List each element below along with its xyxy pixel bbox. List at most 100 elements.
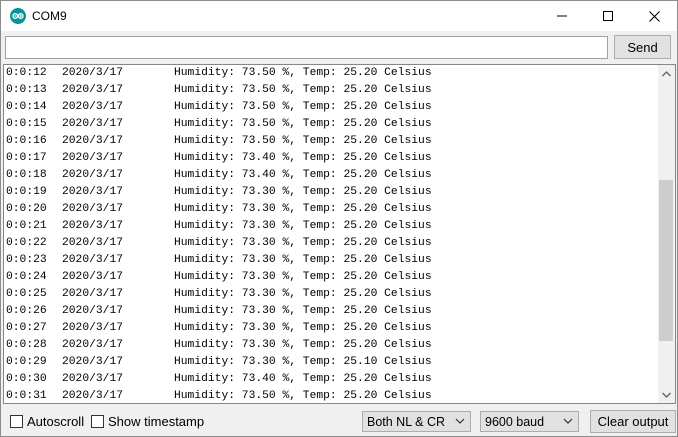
output-line-message: Humidity: 73.50 %, Temp: 25.20 Celsius bbox=[174, 67, 432, 79]
output-line-time: 0:0:12 bbox=[6, 67, 47, 79]
output-line-date: 2020/3/17 bbox=[62, 84, 124, 96]
output-line: 0:0:18 2020/3/17 Humidity: 73.40 %, Temp: … bbox=[6, 167, 658, 184]
output-line-message: Humidity: 73.40 %, Temp: 25.20 Celsius bbox=[174, 169, 432, 181]
serial-input[interactable] bbox=[5, 36, 608, 59]
output-line-date: 2020/3/17 bbox=[62, 339, 124, 351]
chevron-down-icon bbox=[563, 418, 573, 424]
output-line-time: 0:0:22 bbox=[6, 237, 47, 249]
line-ending-select[interactable]: Both NL & CR bbox=[362, 411, 471, 432]
close-button[interactable] bbox=[631, 1, 677, 31]
minimize-icon bbox=[557, 15, 567, 17]
output-line-message: Humidity: 73.50 %, Temp: 25.20 Celsius bbox=[174, 390, 432, 402]
output-line-date: 2020/3/17 bbox=[62, 101, 124, 113]
serial-output[interactable]: 0:0:12 2020/3/17 Humidity: 73.50 %, Temp: … bbox=[3, 64, 676, 404]
show-timestamp-label: Show timestamp bbox=[108, 414, 205, 429]
output-line-date: 2020/3/17 bbox=[62, 67, 124, 79]
output-line-time: 0:0:30 bbox=[6, 373, 47, 385]
output-line-time: 0:0:17 bbox=[6, 152, 47, 164]
line-ending-value: Both NL & CR bbox=[367, 414, 446, 429]
output-line: 0:0:16 2020/3/17 Humidity: 73.50 %, Temp: … bbox=[6, 133, 658, 150]
scroll-up-button[interactable] bbox=[658, 65, 675, 82]
baud-rate-value: 9600 baud bbox=[485, 414, 545, 429]
output-line-date: 2020/3/17 bbox=[62, 203, 124, 215]
output-line: 0:0:30 2020/3/17 Humidity: 73.40 %, Temp: … bbox=[6, 371, 658, 388]
autoscroll-checkbox-box[interactable] bbox=[10, 415, 23, 428]
output-line-date: 2020/3/17 bbox=[62, 305, 124, 317]
output-line-date: 2020/3/17 bbox=[62, 322, 124, 334]
output-line-date: 2020/3/17 bbox=[62, 288, 124, 300]
show-timestamp-checkbox[interactable]: Show timestamp bbox=[91, 414, 204, 429]
output-line-date: 2020/3/17 bbox=[62, 271, 124, 283]
output-line-time: 0:0:19 bbox=[6, 186, 47, 198]
output-line-time: 0:0:27 bbox=[6, 322, 47, 334]
vertical-scrollbar[interactable] bbox=[658, 65, 675, 403]
output-line-message: Humidity: 73.40 %, Temp: 25.20 Celsius bbox=[174, 152, 432, 164]
output-line-time: 0:0:16 bbox=[6, 135, 47, 147]
output-line: 0:0:12 2020/3/17 Humidity: 73.50 %, Temp: … bbox=[6, 65, 658, 82]
output-line-message: Humidity: 73.30 %, Temp: 25.20 Celsius bbox=[174, 305, 432, 317]
output-line-message: Humidity: 73.30 %, Temp: 25.20 Celsius bbox=[174, 203, 432, 215]
close-icon bbox=[648, 10, 660, 22]
output-line: 0:0:26 2020/3/17 Humidity: 73.30 %, Temp: … bbox=[6, 303, 658, 320]
bottom-bar: Autoscroll Show timestamp Both NL & CR 9… bbox=[1, 405, 677, 436]
output-line-date: 2020/3/17 bbox=[62, 356, 124, 368]
output-line-time: 0:0:26 bbox=[6, 305, 47, 317]
show-timestamp-checkbox-box[interactable] bbox=[91, 415, 104, 428]
output-line: 0:0:21 2020/3/17 Humidity: 73.30 %, Temp: … bbox=[6, 218, 658, 235]
output-line-time: 0:0:18 bbox=[6, 169, 47, 181]
output-line-message: Humidity: 73.30 %, Temp: 25.20 Celsius bbox=[174, 288, 432, 300]
output-line-message: Humidity: 73.30 %, Temp: 25.20 Celsius bbox=[174, 271, 432, 283]
send-button[interactable]: Send bbox=[614, 35, 671, 59]
output-line-message: Humidity: 73.30 %, Temp: 25.20 Celsius bbox=[174, 186, 432, 198]
output-line-message: Humidity: 73.50 %, Temp: 25.20 Celsius bbox=[174, 118, 432, 130]
autoscroll-checkbox[interactable]: Autoscroll bbox=[10, 414, 84, 429]
title-bar[interactable]: COM9 bbox=[1, 1, 677, 31]
output-line: 0:0:17 2020/3/17 Humidity: 73.40 %, Temp: … bbox=[6, 150, 658, 167]
output-line-message: Humidity: 73.50 %, Temp: 25.20 Celsius bbox=[174, 84, 432, 96]
output-line: 0:0:28 2020/3/17 Humidity: 73.30 %, Temp: … bbox=[6, 337, 658, 354]
output-line-time: 0:0:20 bbox=[6, 203, 47, 215]
output-line: 0:0:24 2020/3/17 Humidity: 73.30 %, Temp: … bbox=[6, 269, 658, 286]
output-line: 0:0:31 2020/3/17 Humidity: 73.50 %, Temp: … bbox=[6, 388, 658, 403]
output-line: 0:0:22 2020/3/17 Humidity: 73.30 %, Temp: … bbox=[6, 235, 658, 252]
output-line-time: 0:0:14 bbox=[6, 101, 47, 113]
chevron-down-icon bbox=[455, 418, 465, 424]
baud-rate-select[interactable]: 9600 baud bbox=[480, 411, 579, 432]
chevron-up-icon bbox=[662, 70, 671, 76]
output-line-time: 0:0:31 bbox=[6, 390, 47, 402]
output-line-time: 0:0:23 bbox=[6, 254, 47, 266]
output-line: 0:0:13 2020/3/17 Humidity: 73.50 %, Temp: … bbox=[6, 82, 658, 99]
window-title: COM9 bbox=[32, 9, 67, 23]
output-line: 0:0:23 2020/3/17 Humidity: 73.30 %, Temp: … bbox=[6, 252, 658, 269]
output-line-message: Humidity: 73.50 %, Temp: 25.20 Celsius bbox=[174, 135, 432, 147]
output-line: 0:0:15 2020/3/17 Humidity: 73.50 %, Temp: … bbox=[6, 116, 658, 133]
output-line-time: 0:0:28 bbox=[6, 339, 47, 351]
output-line-time: 0:0:15 bbox=[6, 118, 47, 130]
scroll-thumb[interactable] bbox=[659, 180, 673, 341]
output-line-date: 2020/3/17 bbox=[62, 390, 124, 402]
scroll-down-button[interactable] bbox=[658, 386, 675, 403]
output-line-time: 0:0:24 bbox=[6, 271, 47, 283]
chevron-down-icon bbox=[662, 392, 671, 398]
output-line-time: 0:0:21 bbox=[6, 220, 47, 232]
clear-output-button[interactable]: Clear output bbox=[590, 410, 676, 433]
output-line-date: 2020/3/17 bbox=[62, 220, 124, 232]
output-line: 0:0:14 2020/3/17 Humidity: 73.50 %, Temp: … bbox=[6, 99, 658, 116]
output-line-date: 2020/3/17 bbox=[62, 373, 124, 385]
output-line-message: Humidity: 73.30 %, Temp: 25.20 Celsius bbox=[174, 254, 432, 266]
serial-monitor-window: COM9 Send 0:0:12 2020/3/17 Humidity: 73.50… bbox=[0, 0, 678, 437]
output-line-date: 2020/3/17 bbox=[62, 135, 124, 147]
output-line: 0:0:27 2020/3/17 Humidity: 73.30 %, Temp: … bbox=[6, 320, 658, 337]
output-line-time: 0:0:25 bbox=[6, 288, 47, 300]
output-line-message: Humidity: 73.30 %, Temp: 25.10 Celsius bbox=[174, 356, 432, 368]
output-line-message: Humidity: 73.30 %, Temp: 25.20 Celsius bbox=[174, 237, 432, 249]
output-line-date: 2020/3/17 bbox=[62, 254, 124, 266]
output-line-time: 0:0:29 bbox=[6, 356, 47, 368]
minimize-button[interactable] bbox=[539, 1, 585, 31]
output-line-message: Humidity: 73.40 %, Temp: 25.20 Celsius bbox=[174, 373, 432, 385]
output-line: 0:0:20 2020/3/17 Humidity: 73.30 %, Temp: … bbox=[6, 201, 658, 218]
output-lines: 0:0:12 2020/3/17 Humidity: 73.50 %, Temp: … bbox=[6, 65, 658, 403]
output-line-message: Humidity: 73.30 %, Temp: 25.20 Celsius bbox=[174, 322, 432, 334]
maximize-button[interactable] bbox=[585, 1, 631, 31]
output-line-message: Humidity: 73.30 %, Temp: 25.20 Celsius bbox=[174, 220, 432, 232]
